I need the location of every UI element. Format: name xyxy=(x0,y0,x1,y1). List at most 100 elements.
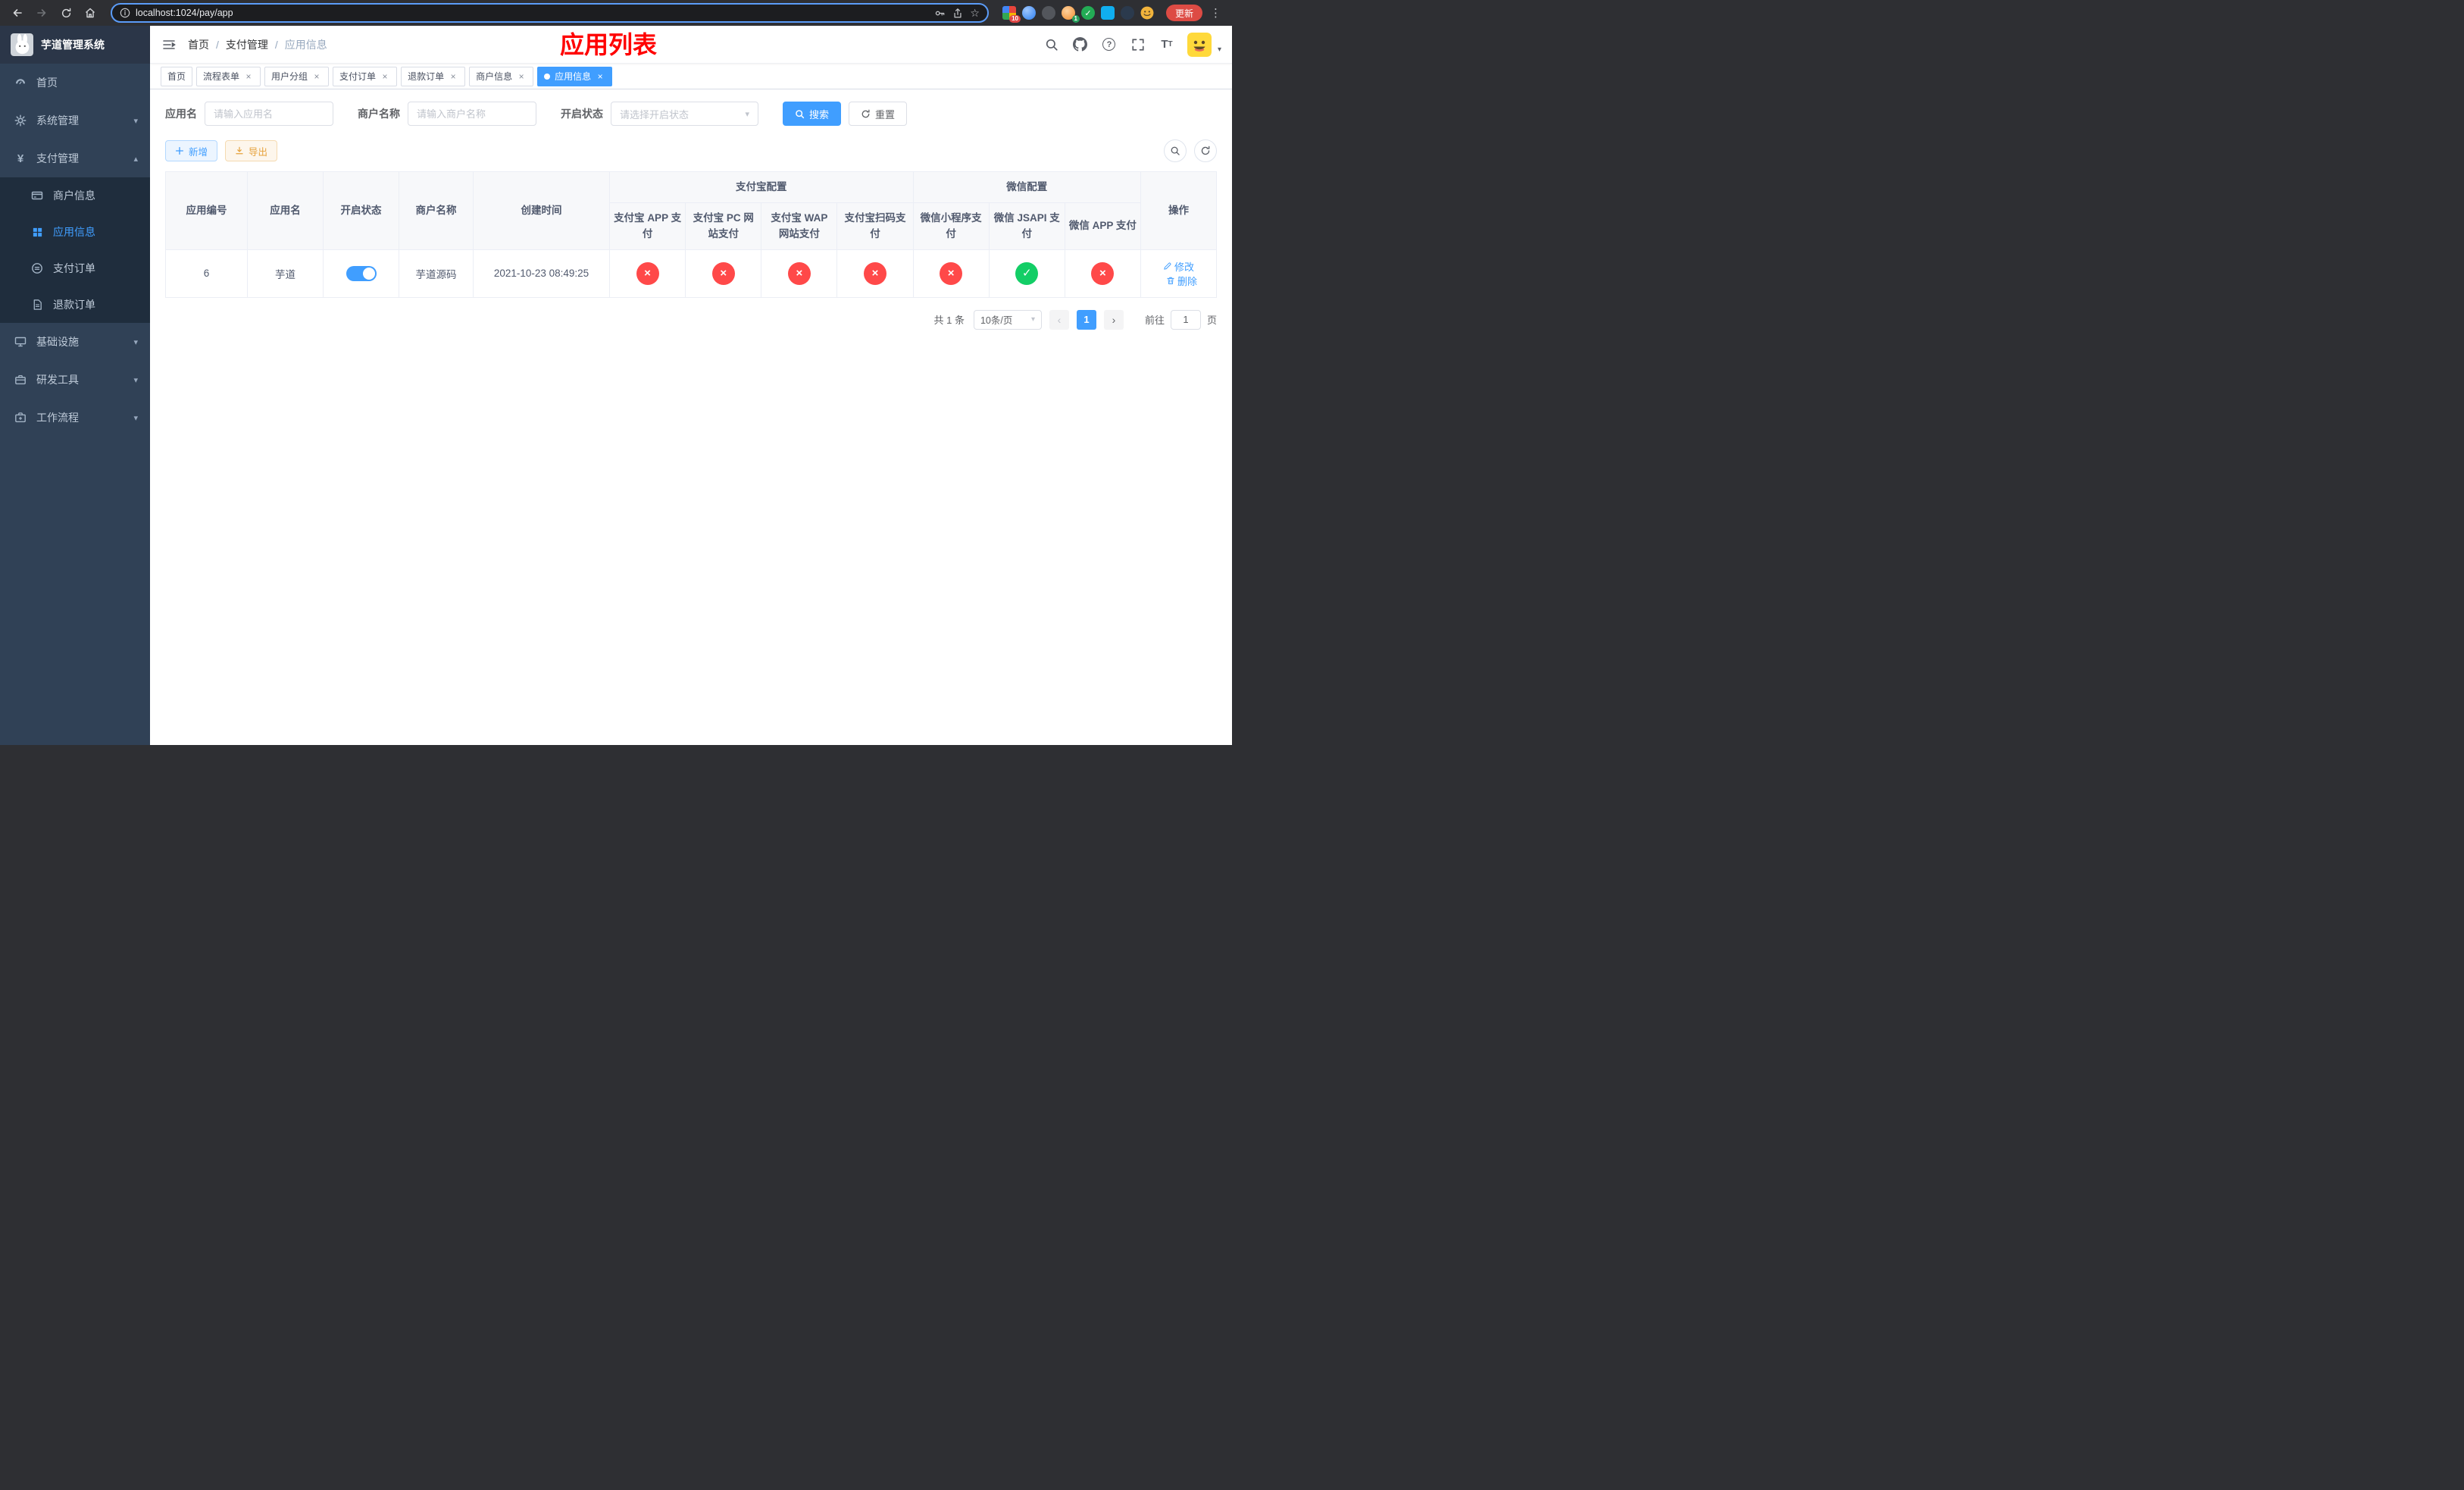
sidebar-item-workflow[interactable]: 工作流程 ▾ xyxy=(0,399,150,437)
chevron-down-icon: ▾ xyxy=(133,413,138,423)
workflow-icon xyxy=(14,411,27,424)
tab-app-info[interactable]: 应用信息 × xyxy=(537,66,613,86)
tab-home[interactable]: 首页 xyxy=(161,66,193,86)
tab-merchant-info[interactable]: 商户信息 × xyxy=(469,66,534,86)
browser-reload-button[interactable] xyxy=(56,3,76,23)
sidebar-item-label: 退款订单 xyxy=(53,299,95,311)
goto-unit: 页 xyxy=(1206,315,1217,327)
breadcrumb-home[interactable]: 首页 xyxy=(188,37,209,52)
sidebar-item-app-info[interactable]: 应用信息 xyxy=(0,214,150,250)
site-info-icon[interactable] xyxy=(120,8,130,18)
share-icon[interactable] xyxy=(952,8,963,19)
extension-drop-icon[interactable] xyxy=(1021,6,1036,20)
user-avatar[interactable] xyxy=(1187,32,1212,57)
sidebar-item-dev-tools[interactable]: 研发工具 ▾ xyxy=(0,361,150,399)
extension-avatar-icon[interactable]: 1 xyxy=(1061,6,1080,23)
chevron-down-icon: ▾ xyxy=(1030,315,1035,324)
sidebar-item-payment[interactable]: ¥ 支付管理 ▴ xyxy=(0,139,150,177)
navbar: 首页 / 支付管理 / 应用信息 应用列表 ? TT ▾ xyxy=(150,26,1232,64)
tab-payment-orders[interactable]: 支付订单 × xyxy=(333,66,398,86)
payment-submenu: 商户信息 应用信息 支付订单 退款订单 xyxy=(0,177,150,323)
cell-app-name: 芋道 xyxy=(247,249,324,298)
extension-navy-icon[interactable] xyxy=(1120,6,1134,20)
breadcrumb: 首页 / 支付管理 / 应用信息 xyxy=(188,37,327,52)
breadcrumb-separator: / xyxy=(274,38,278,51)
export-button[interactable]: 导出 xyxy=(225,140,278,161)
delete-link[interactable]: 删除 xyxy=(1166,274,1197,288)
browser-back-button[interactable] xyxy=(8,3,27,23)
col-header-actions: 操作 xyxy=(1140,171,1217,250)
add-button[interactable]: 新增 xyxy=(165,140,218,161)
extension-badge-green: 1 xyxy=(1071,15,1080,23)
fullscreen-icon[interactable] xyxy=(1130,36,1146,53)
extension-check-icon[interactable]: ✓ xyxy=(1080,6,1095,20)
sidebar-item-label: 应用信息 xyxy=(53,226,95,238)
help-icon[interactable]: ? xyxy=(1101,36,1118,53)
chevron-down-icon: ▾ xyxy=(133,375,138,385)
sidebar-item-home[interactable]: 首页 xyxy=(0,64,150,102)
sidebar-item-payment-orders[interactable]: 支付订单 xyxy=(0,250,150,286)
app-table: 应用编号 应用名 开启状态 商户名称 创建时间 支付宝配置 微信配置 操作 支付… xyxy=(165,171,1217,298)
app-logo[interactable]: 芋道管理系统 xyxy=(0,26,150,64)
tab-process-form[interactable]: 流程表单 × xyxy=(196,66,261,86)
app-name-label: 应用名 xyxy=(165,108,197,120)
reset-button[interactable]: 重置 xyxy=(849,102,908,126)
breadcrumb-payment[interactable]: 支付管理 xyxy=(226,37,268,52)
font-size-icon[interactable]: TT xyxy=(1159,36,1175,53)
tab-refund-orders[interactable]: 退款订单 × xyxy=(401,66,466,86)
sidebar-item-label: 首页 xyxy=(36,77,58,89)
prev-page-button[interactable]: ‹ xyxy=(1049,309,1069,330)
chevron-up-icon: ▴ xyxy=(133,154,138,164)
col-header-status: 开启状态 xyxy=(323,171,399,250)
close-icon[interactable]: × xyxy=(243,71,254,82)
bookmark-star-icon[interactable]: ☆ xyxy=(970,7,980,20)
close-icon[interactable]: × xyxy=(448,71,458,82)
search-icon[interactable] xyxy=(1043,36,1060,53)
extension-square-icon[interactable] xyxy=(1100,6,1115,20)
close-icon[interactable]: × xyxy=(516,71,527,82)
col-header-alipay-qr: 支付宝扫码支付 xyxy=(836,202,914,250)
pagination-total: 共 1 条 xyxy=(933,315,965,327)
wechat-mini-status-icon: × xyxy=(940,261,963,285)
sidebar-item-infrastructure[interactable]: 基础设施 ▾ xyxy=(0,323,150,361)
hamburger-icon[interactable] xyxy=(161,36,177,53)
browser-forward-button[interactable] xyxy=(32,3,52,23)
sidebar-item-system[interactable]: 系统管理 ▾ xyxy=(0,102,150,139)
browser-update-button[interactable]: 更新 xyxy=(1165,5,1202,21)
status-select[interactable]: 请选择开启状态 ▾ xyxy=(611,102,758,126)
profile-avatar-icon[interactable] xyxy=(1140,6,1154,20)
wechat-app-status-icon: × xyxy=(1091,261,1115,285)
merchant-name-input[interactable] xyxy=(417,108,527,120)
toggle-search-button[interactable] xyxy=(1164,139,1187,162)
close-icon[interactable]: × xyxy=(311,71,322,82)
browser-menu-icon[interactable]: ⋮ xyxy=(1207,6,1224,20)
close-icon[interactable]: × xyxy=(595,71,605,82)
password-key-icon[interactable] xyxy=(934,8,946,19)
search-button[interactable]: 搜索 xyxy=(783,102,842,126)
sidebar: 芋道管理系统 首页 系统管理 ▾ ¥ 支付管理 ▴ 商户信息 应用信息 支付订单… xyxy=(0,26,150,745)
goto-page-input[interactable] xyxy=(1170,309,1201,330)
page-size-select[interactable]: 10条/页 ▾ xyxy=(973,309,1042,330)
tab-user-group[interactable]: 用户分组 × xyxy=(264,66,330,86)
refresh-button[interactable] xyxy=(1194,139,1217,162)
browser-home-button[interactable] xyxy=(80,3,100,23)
tags-view-bar: 首页 流程表单 × 用户分组 × 支付订单 × 退款订单 × 商户信息 × 应用信息 × xyxy=(150,64,1232,89)
sidebar-item-refund-orders[interactable]: 退款订单 xyxy=(0,286,150,323)
status-label: 开启状态 xyxy=(561,108,603,120)
extension-dark-icon[interactable] xyxy=(1041,6,1055,20)
avatar-caret-icon[interactable]: ▾ xyxy=(1218,45,1221,57)
sidebar-item-label: 基础设施 xyxy=(36,336,79,348)
sidebar-item-merchant-info[interactable]: 商户信息 xyxy=(0,177,150,214)
github-icon[interactable] xyxy=(1072,36,1089,53)
app-name-input[interactable] xyxy=(214,108,324,120)
chevron-down-icon: ▾ xyxy=(745,109,749,119)
sidebar-item-label: 研发工具 xyxy=(36,374,79,386)
status-toggle[interactable] xyxy=(346,265,377,281)
page-number-1[interactable]: 1 xyxy=(1076,309,1096,330)
sidebar-item-label: 商户信息 xyxy=(53,189,95,202)
address-bar[interactable]: localhost:1024/pay/app ☆ xyxy=(111,3,989,23)
next-page-button[interactable]: › xyxy=(1103,309,1124,330)
extension-puzzle-icon[interactable]: 10 xyxy=(1002,6,1021,23)
edit-link[interactable]: 修改 xyxy=(1163,259,1194,274)
close-icon[interactable]: × xyxy=(380,71,390,82)
